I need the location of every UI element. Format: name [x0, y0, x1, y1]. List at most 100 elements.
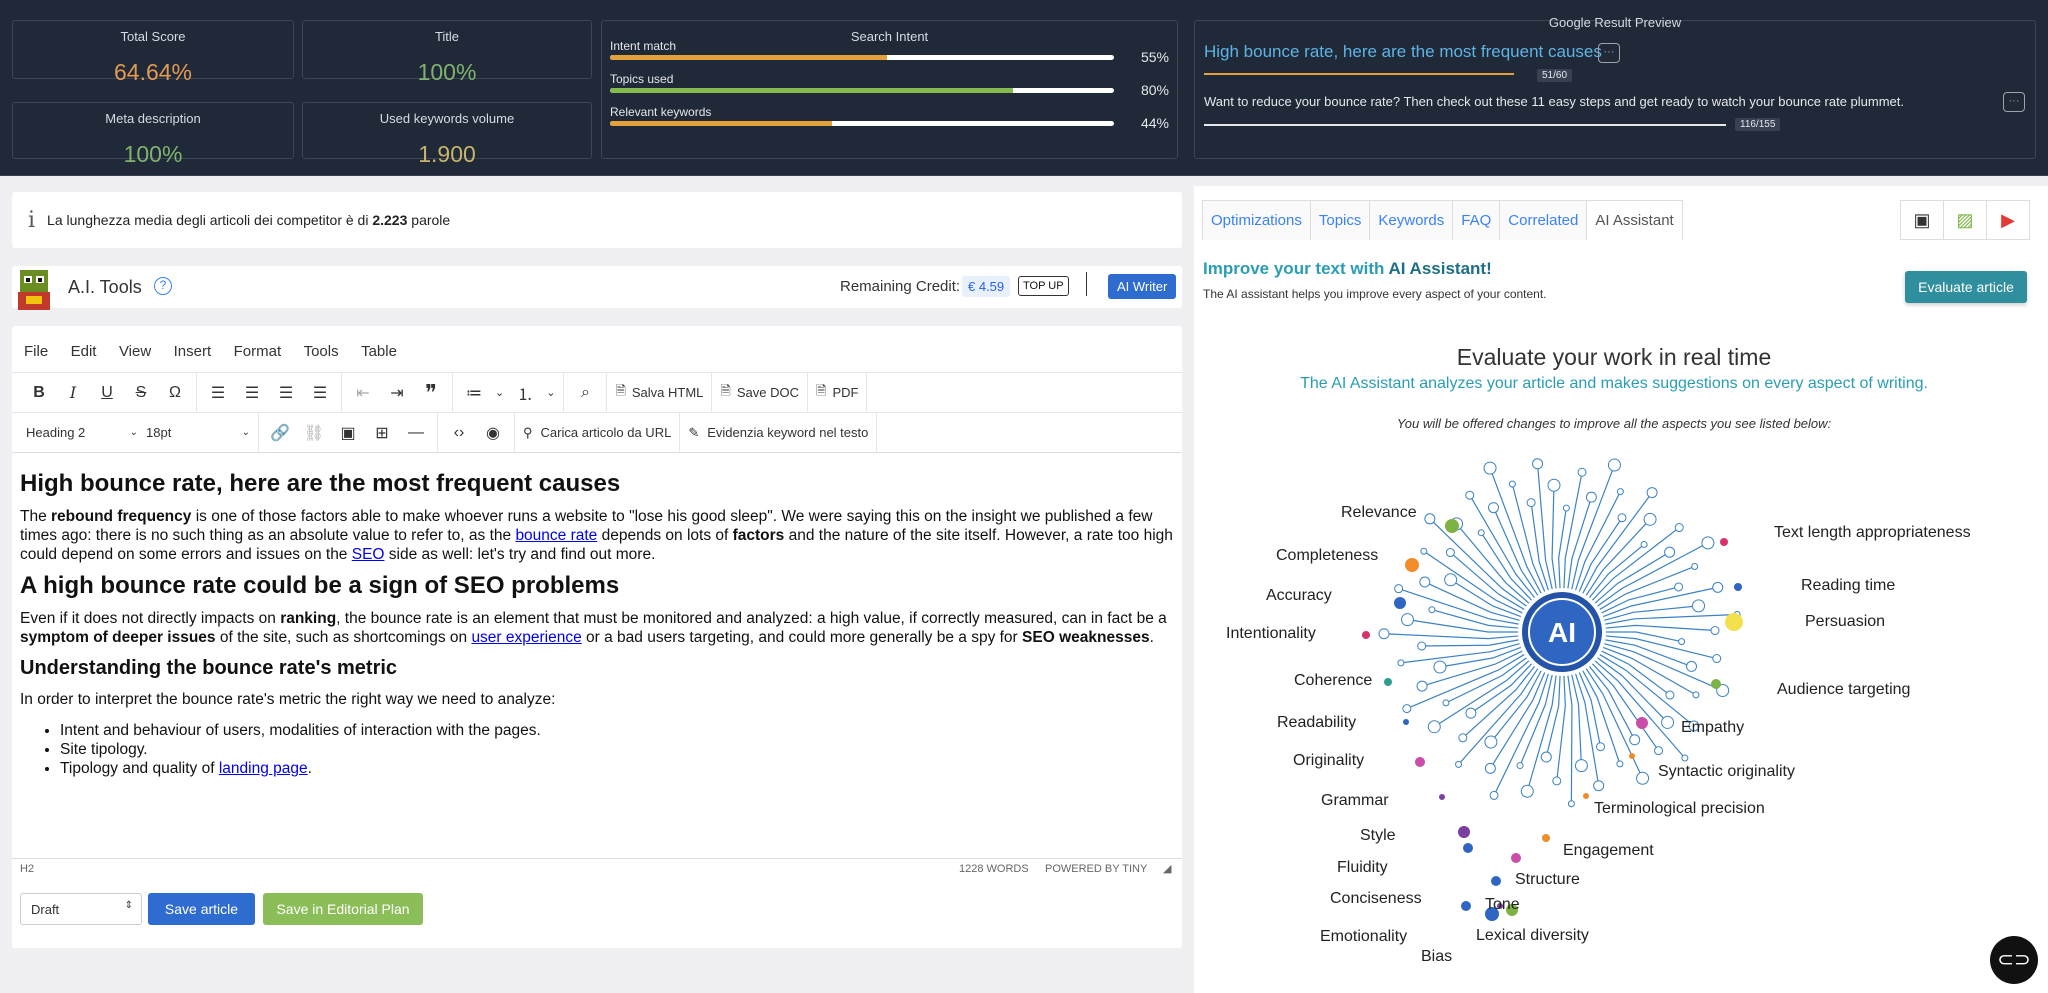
eval-note: You will be offered changes to improve a…	[1396, 416, 1832, 431]
menu-table[interactable]: Table	[361, 343, 397, 360]
list-item: Tipology and quality of landing page.	[60, 759, 1180, 778]
ai-writer-button[interactable]: AI Writer	[1108, 274, 1177, 299]
bounce-rate-link[interactable]: bounce rate	[515, 527, 597, 544]
robot-logo	[14, 266, 58, 312]
search-intent-card: Search Intent Intent match 55% Topics us…	[601, 20, 1178, 159]
editor-content[interactable]: High bounce rate, here are the most freq…	[20, 470, 1180, 778]
ai-tools-bar: A.I. Tools ? Remaining Credit: € 4.59 TO…	[12, 266, 1182, 310]
aspect-dot	[1405, 558, 1419, 572]
preview-title[interactable]: High bounce rate, here are the most freq…	[1204, 42, 1602, 62]
search-icon[interactable]: ⌕	[568, 378, 602, 408]
heading-select[interactable]: Heading 2 ⌄	[22, 418, 142, 448]
table-icon[interactable]: ⊞	[365, 418, 399, 448]
menu-view[interactable]: View	[119, 343, 151, 360]
salva-html-button[interactable]: 🗎 Salva HTML	[611, 378, 707, 408]
preview-description[interactable]: Want to reduce your bounce rate? Then ch…	[1204, 94, 1904, 109]
menu-format[interactable]: Format	[234, 343, 282, 360]
book-icon[interactable]: ▣	[1901, 201, 1944, 239]
image-gallery-icon[interactable]: ▨	[1944, 201, 1987, 239]
aspect-dot	[1636, 717, 1648, 729]
youtube-icon[interactable]: ▶	[1987, 201, 2029, 239]
relevant-keywords-pct: 44%	[1140, 115, 1169, 131]
underline-icon[interactable]: U	[90, 378, 124, 408]
evidenzia-keyword-button[interactable]: ✎ Evidenzia keyword nel testo	[684, 418, 872, 448]
aspect-dot	[1403, 719, 1409, 725]
aspect-text-length: Text length appropriateness	[1774, 524, 1971, 541]
help-icon[interactable]: ?	[154, 277, 172, 295]
save-doc-button[interactable]: 🗎 Save DOC	[716, 378, 803, 408]
carica-url-button[interactable]: ⚲ Carica articolo da URL	[519, 418, 675, 448]
numbered-list-chevron-icon[interactable]: ⌄	[542, 378, 559, 408]
aspect-completeness: Completeness	[1276, 547, 1379, 564]
tab-topics[interactable]: Topics	[1309, 200, 1371, 240]
aspect-dot	[1362, 631, 1370, 639]
description-comment-icon[interactable]: ···	[2003, 92, 2025, 112]
article-h2-seo: A high bounce rate could be a sign of SE…	[20, 572, 620, 599]
pdf-button[interactable]: 🗎 PDF	[812, 378, 862, 408]
credit-label: Remaining Credit:	[840, 278, 961, 295]
aspect-dot	[1458, 826, 1470, 838]
file-html-icon: 🗎	[615, 382, 626, 398]
unlink-icon[interactable]: ⛓	[297, 418, 331, 448]
aspect-empathy: Empathy	[1681, 719, 1745, 736]
strikethrough-icon[interactable]: S	[124, 378, 158, 408]
tab-keywords[interactable]: Keywords	[1369, 200, 1454, 240]
aspect-dot	[1491, 876, 1501, 886]
tab-optimizations[interactable]: Optimizations	[1202, 200, 1311, 240]
menu-tools[interactable]: Tools	[304, 343, 339, 360]
relevant-keywords-label: Relevant keywords	[610, 105, 712, 119]
resize-handle-icon[interactable]: ◢	[1163, 862, 1171, 875]
keywords-volume-label: Used keywords volume	[379, 111, 515, 126]
horizontal-rule-icon[interactable]: —	[399, 418, 433, 448]
save-article-button[interactable]: Save article	[148, 893, 255, 925]
aspect-coherence: Coherence	[1294, 672, 1373, 689]
status-select[interactable]: Draft ⇕	[20, 893, 142, 925]
analysis-list: Intent and behaviour of users, modalitie…	[60, 721, 1180, 778]
relevant-keywords-row: Relevant keywords 44%	[610, 105, 1169, 135]
aspect-originality: Originality	[1293, 752, 1365, 769]
menu-file[interactable]: File	[24, 343, 48, 360]
powered-by[interactable]: POWERED BY TINY	[1045, 863, 1147, 875]
font-size-select[interactable]: 18pt ⌄	[142, 418, 254, 448]
menu-insert[interactable]: Insert	[174, 343, 212, 360]
numbered-list-icon[interactable]: ⒈	[508, 378, 542, 408]
top-up-button[interactable]: TOP UP	[1018, 276, 1069, 296]
total-score-label: Total Score	[120, 29, 186, 44]
keywords-volume-value: 1.900	[418, 141, 476, 167]
italic-icon[interactable]: I	[56, 378, 90, 408]
tab-faq[interactable]: FAQ	[1452, 200, 1501, 240]
seo-link[interactable]: SEO	[352, 546, 385, 563]
indent-icon[interactable]: ⇥	[380, 378, 414, 408]
link-icon[interactable]: 🔗	[263, 418, 297, 448]
blockquote-icon[interactable]: ❞	[414, 378, 448, 408]
tab-correlated[interactable]: Correlated	[1499, 200, 1588, 240]
bold-icon[interactable]: B	[22, 378, 56, 408]
outdent-icon[interactable]: ⇤	[346, 378, 380, 408]
bullet-list-icon[interactable]: ≔	[457, 378, 491, 408]
tab-ai-assistant[interactable]: AI Assistant	[1586, 200, 1683, 240]
file-doc-icon: 🗎	[720, 382, 731, 398]
paragraph-3: In order to interpret the bounce rate's …	[20, 691, 556, 708]
evaluate-article-button[interactable]: Evaluate article	[1905, 271, 2027, 303]
editorial-plan-button[interactable]: Save in Editorial Plan	[263, 893, 423, 925]
intent-match-fill	[610, 55, 888, 60]
image-icon[interactable]: ▣	[331, 418, 365, 448]
align-center-icon[interactable]: ☰	[235, 378, 269, 408]
user-experience-link[interactable]: user experience	[471, 629, 581, 646]
article-h1: High bounce rate, here are the most freq…	[20, 470, 621, 497]
align-justify-icon[interactable]: ☰	[303, 378, 337, 408]
special-char-icon[interactable]: Ω	[158, 378, 192, 408]
align-left-icon[interactable]: ☰	[201, 378, 235, 408]
preview-eye-icon[interactable]: ◉	[476, 418, 510, 448]
align-right-icon[interactable]: ☰	[269, 378, 303, 408]
chat-widget-icon[interactable]: ⊂⊃	[1990, 936, 2038, 984]
bullet-list-chevron-icon[interactable]: ⌄	[491, 378, 508, 408]
title-comment-icon[interactable]: ···	[1598, 43, 1620, 63]
competitor-info: i La lunghezza media degli articoli dei …	[12, 192, 1182, 248]
meta-score-label: Meta description	[105, 111, 201, 126]
landing-page-link[interactable]: landing page	[219, 760, 308, 777]
aspect-accuracy: Accuracy	[1266, 587, 1332, 604]
menu-edit[interactable]: Edit	[71, 343, 97, 360]
code-icon[interactable]: ‹›	[442, 418, 476, 448]
aspect-dot	[1445, 519, 1459, 533]
